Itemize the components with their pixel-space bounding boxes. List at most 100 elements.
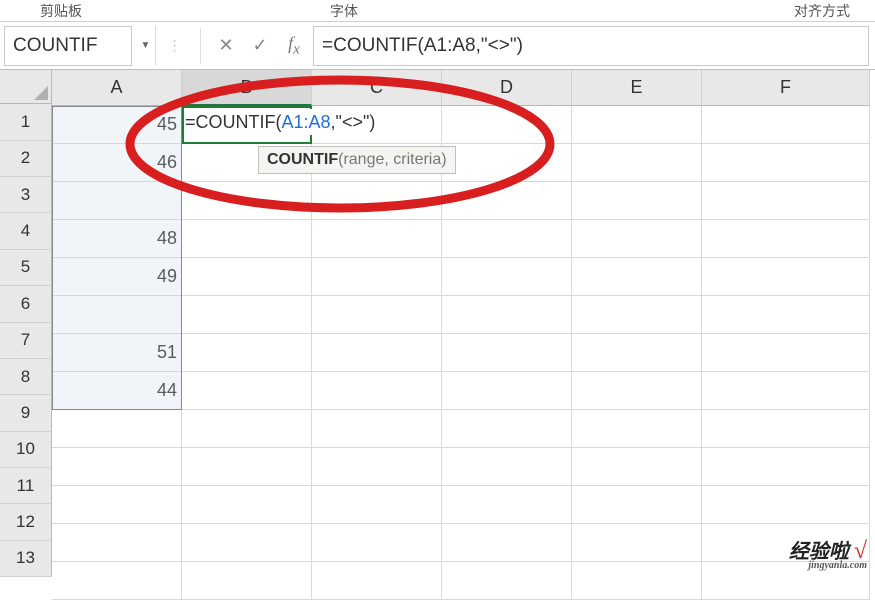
- cell[interactable]: [572, 182, 702, 220]
- cell[interactable]: 46: [52, 144, 182, 182]
- cell[interactable]: [312, 296, 442, 334]
- row-header[interactable]: 6: [0, 286, 52, 322]
- cell[interactable]: [52, 448, 182, 486]
- cell[interactable]: [572, 410, 702, 448]
- cell[interactable]: [702, 296, 870, 334]
- cell[interactable]: [572, 448, 702, 486]
- select-all-corner[interactable]: [0, 70, 52, 104]
- cell[interactable]: [572, 562, 702, 600]
- cell[interactable]: [52, 296, 182, 334]
- cell[interactable]: [182, 448, 312, 486]
- cell[interactable]: 49: [52, 258, 182, 296]
- cell[interactable]: [702, 448, 870, 486]
- cell[interactable]: [312, 220, 442, 258]
- column-header[interactable]: F: [702, 70, 870, 106]
- cell[interactable]: [702, 372, 870, 410]
- cell[interactable]: [312, 372, 442, 410]
- column-header[interactable]: B: [182, 70, 312, 106]
- row-header[interactable]: 11: [0, 468, 52, 504]
- cell[interactable]: [312, 562, 442, 600]
- cell[interactable]: [442, 448, 572, 486]
- cell[interactable]: 51: [52, 334, 182, 372]
- cell[interactable]: [442, 486, 572, 524]
- cell[interactable]: [702, 182, 870, 220]
- cell[interactable]: [572, 372, 702, 410]
- cell[interactable]: [312, 182, 442, 220]
- cell[interactable]: [442, 220, 572, 258]
- cell[interactable]: [182, 410, 312, 448]
- row-header[interactable]: 9: [0, 395, 52, 431]
- cell[interactable]: [182, 296, 312, 334]
- cell[interactable]: [572, 296, 702, 334]
- name-box-dropdown[interactable]: ▼: [136, 26, 156, 66]
- cell[interactable]: [182, 486, 312, 524]
- cell[interactable]: [182, 524, 312, 562]
- cell[interactable]: [442, 144, 572, 182]
- function-tooltip[interactable]: COUNTIF(range, criteria): [258, 146, 456, 174]
- cell[interactable]: [572, 258, 702, 296]
- cell[interactable]: [702, 486, 870, 524]
- name-box[interactable]: COUNTIF: [4, 26, 132, 66]
- insert-function-button[interactable]: fx: [277, 26, 311, 66]
- row-header[interactable]: 7: [0, 323, 52, 359]
- cell[interactable]: [442, 410, 572, 448]
- cell[interactable]: 45: [52, 106, 182, 144]
- cell[interactable]: [702, 334, 870, 372]
- cancel-button[interactable]: ✕: [209, 26, 243, 66]
- cell[interactable]: [702, 144, 870, 182]
- cell[interactable]: [442, 106, 572, 144]
- cell[interactable]: [182, 562, 312, 600]
- cell[interactable]: [52, 524, 182, 562]
- cell[interactable]: [442, 296, 572, 334]
- row-header[interactable]: 1: [0, 104, 52, 140]
- cell[interactable]: [442, 334, 572, 372]
- column-header[interactable]: C: [312, 70, 442, 106]
- cell[interactable]: [312, 448, 442, 486]
- cell[interactable]: [702, 220, 870, 258]
- cell[interactable]: [572, 220, 702, 258]
- row-header[interactable]: 8: [0, 359, 52, 395]
- cell[interactable]: [702, 106, 870, 144]
- row-header[interactable]: 12: [0, 504, 52, 540]
- cell[interactable]: [182, 220, 312, 258]
- cell[interactable]: [442, 562, 572, 600]
- cell[interactable]: [442, 524, 572, 562]
- cell[interactable]: [182, 182, 312, 220]
- cell[interactable]: [312, 334, 442, 372]
- cell[interactable]: [442, 182, 572, 220]
- cell[interactable]: [52, 410, 182, 448]
- cell[interactable]: [572, 524, 702, 562]
- cell[interactable]: 48: [52, 220, 182, 258]
- row-header[interactable]: 4: [0, 213, 52, 249]
- cell[interactable]: [312, 524, 442, 562]
- enter-button[interactable]: ✓: [243, 26, 277, 66]
- cell[interactable]: [572, 106, 702, 144]
- row-header[interactable]: 2: [0, 141, 52, 177]
- cell[interactable]: [442, 372, 572, 410]
- cell[interactable]: [572, 486, 702, 524]
- column-header[interactable]: A: [52, 70, 182, 106]
- in-cell-formula-editor[interactable]: =COUNTIF(A1:A8,"<>"): [184, 109, 376, 135]
- cell[interactable]: 44: [52, 372, 182, 410]
- cell[interactable]: [312, 258, 442, 296]
- cell[interactable]: [52, 562, 182, 600]
- cell[interactable]: [702, 410, 870, 448]
- row-header[interactable]: 3: [0, 177, 52, 213]
- cell[interactable]: [182, 372, 312, 410]
- cell[interactable]: [572, 334, 702, 372]
- cell[interactable]: [312, 410, 442, 448]
- cell[interactable]: [182, 258, 312, 296]
- cell[interactable]: [572, 144, 702, 182]
- cell[interactable]: [312, 486, 442, 524]
- formula-input[interactable]: =COUNTIF(A1:A8,"<>"): [313, 26, 869, 66]
- row-header[interactable]: 13: [0, 541, 52, 577]
- more-button[interactable]: ⋮: [158, 26, 192, 66]
- cell[interactable]: [52, 182, 182, 220]
- row-header[interactable]: 5: [0, 250, 52, 286]
- column-header[interactable]: D: [442, 70, 572, 106]
- cell[interactable]: [442, 258, 572, 296]
- cell[interactable]: [702, 258, 870, 296]
- column-header[interactable]: E: [572, 70, 702, 106]
- cell[interactable]: [52, 486, 182, 524]
- row-header[interactable]: 10: [0, 432, 52, 468]
